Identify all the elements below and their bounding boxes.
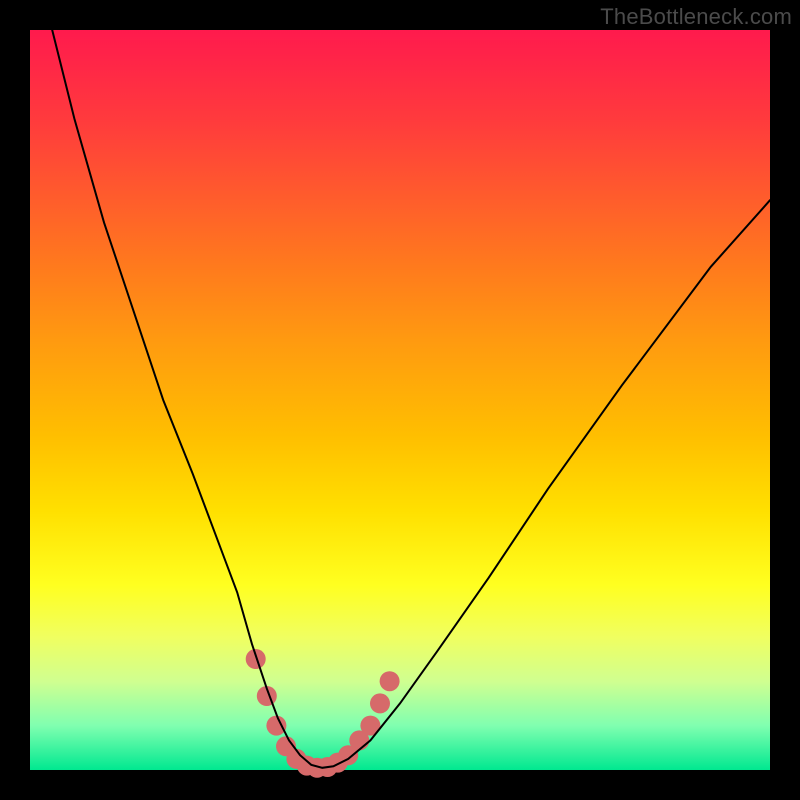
trough-marker (370, 693, 390, 713)
trough-markers-layer (246, 649, 400, 778)
trough-marker (380, 671, 400, 691)
chart-frame (30, 30, 770, 770)
watermark-text: TheBottleneck.com (600, 4, 792, 30)
trough-marker (246, 649, 266, 669)
chart-svg (30, 30, 770, 770)
bottleneck-curve (52, 30, 770, 768)
trough-marker (266, 716, 286, 736)
